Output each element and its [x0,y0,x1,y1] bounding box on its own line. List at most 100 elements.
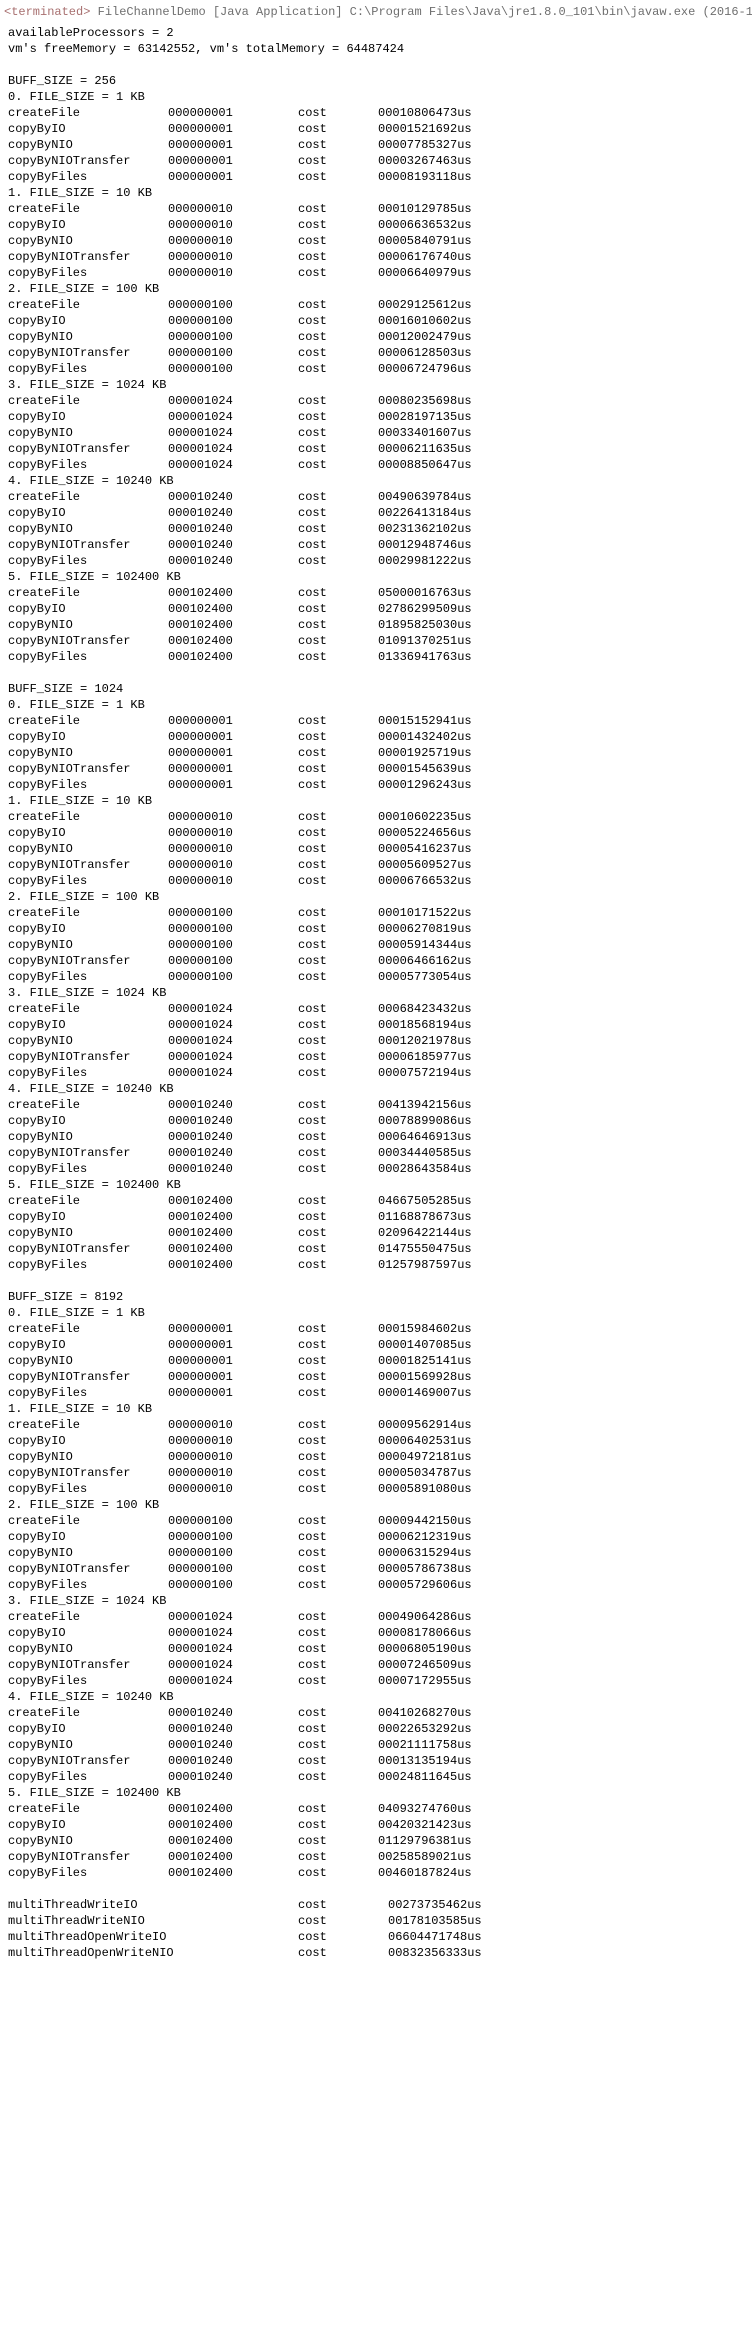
method-name: createFile [8,713,168,729]
method-name: createFile [8,1097,168,1113]
benchmark-row: copyByNIOTransfer000001024cost0000724650… [8,1657,744,1673]
cost-label: cost [298,857,378,873]
method-name: copyByNIOTransfer [8,345,168,361]
filesize-header: 3. FILE_SIZE = 1024 KB [8,377,744,393]
size-value: 000010240 [168,537,298,553]
cost-label: cost [298,1529,378,1545]
benchmark-row: copyByIO000000010cost00006636532us [8,217,744,233]
benchmark-row: copyByNIOTransfer000010240cost0001294874… [8,537,744,553]
method-name: copyByIO [8,121,168,137]
cost-label: cost [298,1849,378,1865]
size-value: 000010240 [168,1097,298,1113]
time-value: 00006128503us [378,345,528,361]
cost-label: cost [298,1193,378,1209]
cost-label: cost [298,873,378,889]
time-value: 00022653292us [378,1721,528,1737]
cost-label: cost [298,137,378,153]
intro-line: vm's freeMemory = 63142552, vm's totalMe… [8,41,744,57]
time-value: 00010806473us [378,105,528,121]
method-name: copyByFiles [8,1577,168,1593]
benchmark-row: createFile000010240cost00410268270us [8,1705,744,1721]
time-value: 00006724796us [378,361,528,377]
method-name: copyByIO [8,409,168,425]
size-value: 000000010 [168,217,298,233]
size-value: 000010240 [168,553,298,569]
benchmark-row: copyByFiles000000100cost00005729606us [8,1577,744,1593]
size-value: 000000010 [168,233,298,249]
time-value: 01091370251us [378,633,528,649]
benchmark-row: copyByNIOTransfer000000001cost0000326746… [8,153,744,169]
size-value: 000001024 [168,425,298,441]
time-value: 00015984602us [378,1321,528,1337]
benchmark-row: copyByIO000000100cost00006270819us [8,921,744,937]
benchmark-row: copyByNIO000010240cost00021111758us [8,1737,744,1753]
time-value: 00018568194us [378,1017,528,1033]
method-name: copyByFiles [8,969,168,985]
method-name: copyByNIO [8,1033,168,1049]
cost-label: cost [298,905,378,921]
time-value: 00005729606us [378,1577,528,1593]
cost-label: cost [298,1833,378,1849]
time-value: 00001545639us [378,761,528,777]
size-value: 000010240 [168,1129,298,1145]
size-value: 000000001 [168,1369,298,1385]
method-name: copyByNIO [8,745,168,761]
time-value: 00010602235us [378,809,528,825]
cost-label: cost [298,1321,378,1337]
size-value: 000000010 [168,1465,298,1481]
filesize-header: 0. FILE_SIZE = 1 KB [8,1305,744,1321]
cost-label: cost [298,425,378,441]
cost-label: cost [298,1625,378,1641]
time-value: 00068423432us [378,1001,528,1017]
cost-label: cost [298,1737,378,1753]
time-value: 00001825141us [378,1353,528,1369]
size-value: 000000001 [168,137,298,153]
size-value: 000102400 [168,1241,298,1257]
cost-label: cost [298,1817,378,1833]
size-value: 000010240 [168,1145,298,1161]
benchmark-row: copyByFiles000000001cost00001469007us [8,1385,744,1401]
cost-label: cost [298,1369,378,1385]
time-value: 00078899086us [378,1113,528,1129]
time-value: 00005034787us [378,1465,528,1481]
cost-label: cost [298,409,378,425]
time-value: 00012021978us [378,1033,528,1049]
multithread-row: multiThreadWriteNIOcost00178103585us [8,1913,744,1929]
method-name: copyByFiles [8,1865,168,1881]
buff-header: BUFF_SIZE = 1024 [8,681,744,697]
benchmark-row: copyByIO000001024cost00028197135us [8,409,744,425]
benchmark-row: copyByNIOTransfer000000100cost0000612850… [8,345,744,361]
size-value: 000010240 [168,521,298,537]
time-value: 00028197135us [378,409,528,425]
cost-label: cost [298,1545,378,1561]
cost-label: cost [298,489,378,505]
time-value: 04667505285us [378,1193,528,1209]
time-value: 00004972181us [378,1449,528,1465]
benchmark-row: copyByNIO000000100cost00006315294us [8,1545,744,1561]
size-value: 000000001 [168,169,298,185]
benchmark-row: copyByFiles000000010cost00005891080us [8,1481,744,1497]
method-name: createFile [8,905,168,921]
multithread-row: multiThreadOpenWriteIOcost06604471748us [8,1929,744,1945]
size-value: 000000001 [168,777,298,793]
cost-label: cost [298,329,378,345]
benchmark-row: copyByNIO000000100cost00005914344us [8,937,744,953]
method-name: copyByIO [8,505,168,521]
method-name: copyByFiles [8,1161,168,1177]
method-name: copyByIO [8,1209,168,1225]
cost-label: cost [298,969,378,985]
cost-label: cost [298,1561,378,1577]
time-value: 00009562914us [378,1417,528,1433]
time-value: 00008178066us [378,1625,528,1641]
method-name: createFile [8,809,168,825]
benchmark-row: createFile000000001cost00015152941us [8,713,744,729]
benchmark-row: copyByFiles000001024cost00007172955us [8,1673,744,1689]
time-value: 00005773054us [378,969,528,985]
size-value: 000010240 [168,1737,298,1753]
benchmark-row: createFile000001024cost00068423432us [8,1001,744,1017]
method-name: copyByIO [8,1817,168,1833]
time-value: 00080235698us [378,393,528,409]
benchmark-row: copyByIO000102400cost00420321423us [8,1817,744,1833]
time-value: 00420321423us [378,1817,528,1833]
intro-line: availableProcessors = 2 [8,25,744,41]
